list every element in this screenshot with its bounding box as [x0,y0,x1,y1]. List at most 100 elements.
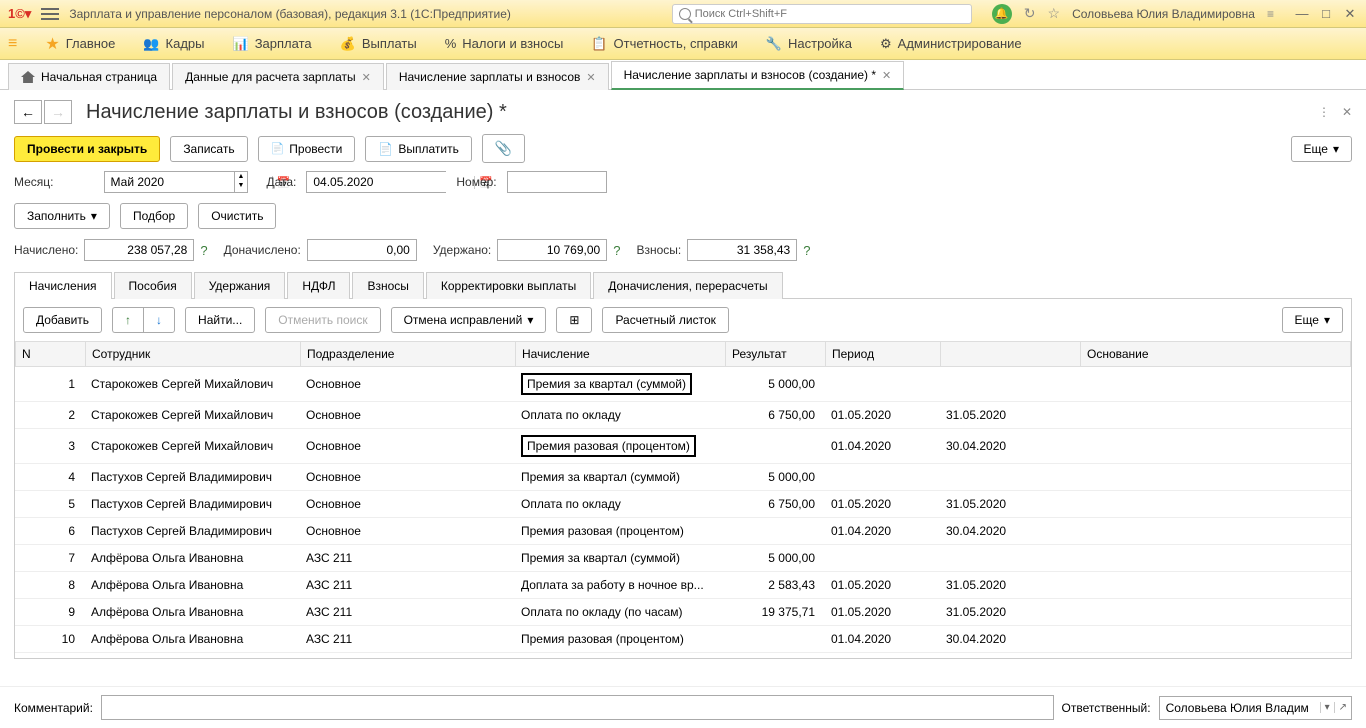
nav-item-admin[interactable]: ⚙Администрирование [880,36,1022,52]
pick-button[interactable]: Подбор [120,203,188,229]
month-spinner[interactable]: ▲▼ [234,171,249,193]
find-button[interactable]: Найти... [185,307,255,333]
doc-tab-accrual[interactable]: Начисление зарплаты и взносов✕ [386,63,609,90]
tab-accruals[interactable]: Начисления [14,272,112,299]
move-down-button[interactable]: ↓ [143,307,175,333]
contrib-value[interactable] [687,239,797,261]
month-label: Месяц: [14,175,54,189]
additional-value[interactable] [307,239,417,261]
tab-contrib[interactable]: Взносы [352,272,423,299]
close-button[interactable]: ✕ [1342,6,1358,22]
user-name[interactable]: Соловьева Юлия Владимировна [1072,7,1255,21]
col-result[interactable]: Результат [726,342,826,367]
col-dept[interactable]: Подразделение [301,342,516,367]
table-row[interactable]: 10Алфёрова Ольга ИвановнаАЗС 211Премия р… [15,626,1351,653]
clear-button[interactable]: Очистить [198,203,276,229]
close-icon[interactable]: ✕ [882,69,891,82]
kebab-icon[interactable]: ⋮ [1318,105,1330,119]
help-icon[interactable]: ? [803,243,810,258]
payslip-button[interactable]: Расчетный листок [602,307,728,333]
nav-item-payments[interactable]: 💰Выплаты [340,36,417,52]
doc-tab-data[interactable]: Данные для расчета зарплаты✕ [172,63,384,90]
nav-item-settings[interactable]: 🔧Настройка [766,36,852,52]
history-icon[interactable]: ↻ [1024,5,1036,22]
minimize-button[interactable]: — [1294,6,1310,22]
date-input[interactable]: 📅 [306,171,446,193]
table-row[interactable]: 7Алфёрова Ольга ИвановнаАЗС 211Премия за… [15,545,1351,572]
forward-button[interactable]: → [44,100,72,124]
tab-additional[interactable]: Доначисления, перерасчеты [593,272,782,299]
table-row[interactable]: 8Алфёрова Ольга ИвановнаАЗС 211Доплата з… [15,572,1351,599]
back-button[interactable]: ← [14,100,42,124]
col-period[interactable]: Период [826,342,941,367]
table-row[interactable]: 5Пастухов Сергей ВладимировичОсновноеОпл… [15,491,1351,518]
pay-button[interactable]: 📄Выплатить [365,136,471,162]
table-row[interactable]: 1Старокожев Сергей МихайловичОсновноеПре… [15,367,1351,402]
table-row[interactable]: 9Алфёрова Ольга ИвановнаАЗС 211Оплата по… [15,599,1351,626]
responsible-select[interactable]: ▾ ↗ [1159,696,1352,720]
table-row[interactable]: 4Пастухов Сергей ВладимировичОсновноеПре… [15,464,1351,491]
cancel-search-button[interactable]: Отменить поиск [265,307,380,333]
nav-item-salary[interactable]: 📊Зарплата [233,36,312,52]
nav-item-taxes[interactable]: %Налоги и взносы [445,36,564,51]
col-period2[interactable] [941,342,1081,367]
fill-button[interactable]: Заполнить ▾ [14,203,110,229]
close-icon[interactable]: ✕ [362,71,371,84]
table-row[interactable]: 3Старокожев Сергей МихайловичОсновноеПре… [15,429,1351,464]
chevron-down-icon[interactable]: ▾ [1320,702,1334,713]
doc-tab-accrual-new[interactable]: Начисление зарплаты и взносов (создание)… [611,61,905,90]
comment-bar: Комментарий: Ответственный: ▾ ↗ [0,686,1366,728]
nav-favorites-icon[interactable]: ≡ [8,35,17,53]
tab-deductions[interactable]: Удержания [194,272,286,299]
attach-button[interactable]: 📎 [482,134,525,163]
more-button[interactable]: Еще ▾ [1291,136,1352,162]
tab-benefits[interactable]: Пособия [114,272,192,299]
nav-item-main[interactable]: ★Главное [45,34,115,54]
star-icon[interactable]: ☆ [1048,5,1061,22]
nav-item-hr[interactable]: 👥Кадры [143,36,204,52]
doc-tab-home[interactable]: Начальная страница [8,63,170,90]
nav-item-reports[interactable]: 📋Отчетность, справки [591,36,738,52]
withheld-value[interactable] [497,239,607,261]
arrow-down-icon: ↓ [156,313,162,327]
open-icon[interactable]: ↗ [1334,702,1351,713]
search-box[interactable] [672,4,972,24]
grid-body[interactable]: 1Старокожев Сергей МихайловичОсновноеПре… [15,367,1351,655]
table-row[interactable]: 2Старокожев Сергей МихайловичОсновноеОпл… [15,402,1351,429]
comment-input[interactable] [101,695,1054,720]
search-input[interactable] [695,8,965,20]
col-accrual[interactable]: Начисление [516,342,726,367]
close-icon[interactable]: ✕ [586,71,595,84]
contrib-label: Взносы: [636,243,681,257]
close-page-button[interactable]: ✕ [1342,105,1352,119]
cancel-fix-button[interactable]: Отмена исправлений ▾ [391,307,547,333]
save-button[interactable]: Записать [170,136,247,162]
menu-icon[interactable] [41,8,59,20]
table-icon: ⊞ [569,313,579,327]
month-input[interactable]: 📅 [104,171,234,193]
tab-corrections[interactable]: Корректировки выплаты [426,272,591,299]
post-button[interactable]: 📄Провести [258,136,356,162]
calc-icon: 📊 [233,36,249,52]
help-icon[interactable]: ? [613,243,620,258]
tab-ndfl[interactable]: НДФЛ [287,272,350,299]
tab-toolbar: Добавить ↑ ↓ Найти... Отменить поиск Отм… [14,299,1352,341]
grid-header-row: N Сотрудник Подразделение Начисление Рез… [16,342,1351,367]
post-and-close-button[interactable]: Провести и закрыть [14,136,160,162]
bell-icon[interactable]: 🔔 [992,4,1012,24]
accrued-value[interactable] [84,239,194,261]
number-input[interactable] [507,171,607,193]
table-settings-button[interactable]: ⊞ [556,307,592,333]
arrow-up-icon: ↑ [125,313,131,327]
number-label: Номер: [456,175,496,189]
maximize-button[interactable]: □ [1318,6,1334,22]
tab-more-button[interactable]: Еще ▾ [1282,307,1343,333]
col-n[interactable]: N [16,342,86,367]
move-up-button[interactable]: ↑ [112,307,143,333]
help-icon[interactable]: ? [200,243,207,258]
settings-icon[interactable]: ≡ [1267,7,1274,21]
col-basis[interactable]: Основание [1081,342,1351,367]
add-button[interactable]: Добавить [23,307,102,333]
table-row[interactable]: 6Пастухов Сергей ВладимировичОсновноеПре… [15,518,1351,545]
col-employee[interactable]: Сотрудник [86,342,301,367]
